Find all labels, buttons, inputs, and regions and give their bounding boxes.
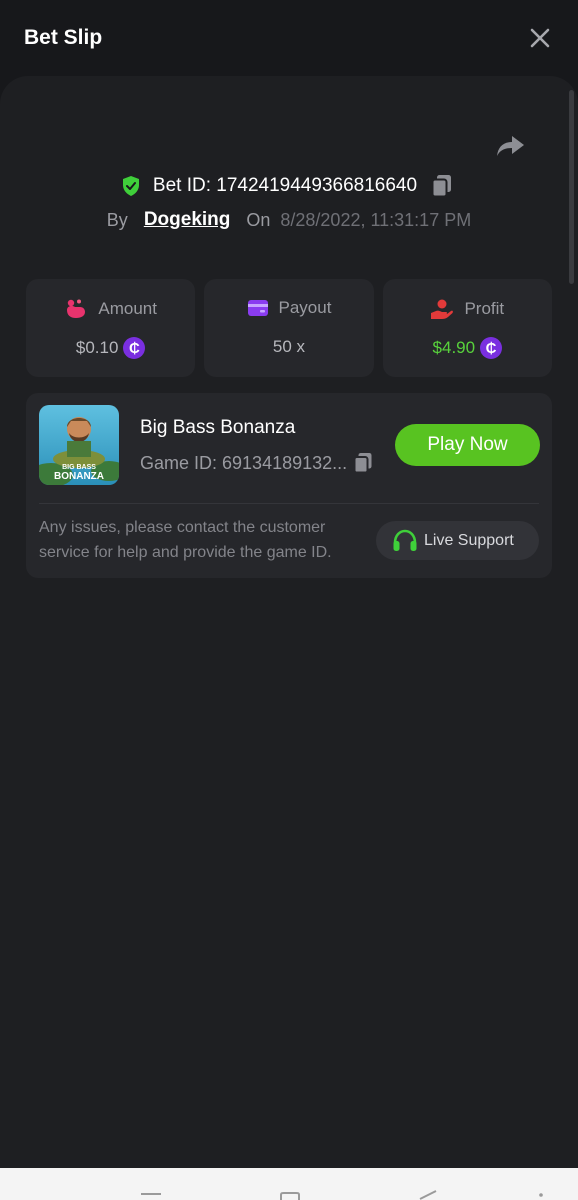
amount-icon <box>67 299 86 318</box>
profit-label: Profit <box>464 299 505 318</box>
play-now-button[interactable]: Play Now <box>395 424 540 466</box>
game-thumbnail[interactable]: BIG BASS BONANZA <box>39 405 119 485</box>
bet-id-row: Bet ID: 1742419449366816640 <box>0 172 578 200</box>
payout-card: Payout 50 x <box>204 279 374 377</box>
game-id: Game ID: 69134189132... <box>140 452 348 473</box>
bet-slip-screen: Bet Slip Bet ID: 1742419449366816640 By … <box>0 0 578 1200</box>
live-support-button[interactable]: Live Support <box>376 521 539 560</box>
amount-label: Amount <box>98 299 157 318</box>
header: Bet Slip <box>0 0 578 76</box>
system-nav-bar <box>0 1168 578 1200</box>
divider <box>39 503 539 504</box>
game-name: Big Bass Bonanza <box>140 417 296 438</box>
payout-card-icon <box>247 300 268 316</box>
headset-icon <box>393 529 417 551</box>
coin-icon: ₵ <box>123 337 146 359</box>
live-support-label: Live Support <box>424 531 514 549</box>
support-notice: Any issues, please contact the customer … <box>39 519 332 561</box>
thumb-title-1: BIG BASS <box>62 464 96 471</box>
on-label: On <box>246 209 271 230</box>
by-label: By <box>106 209 128 230</box>
profit-hand-icon <box>431 299 454 319</box>
copy-icon[interactable] <box>431 174 453 198</box>
more-dots-icon[interactable] <box>538 1192 544 1200</box>
payout-value: 50 x <box>272 337 306 356</box>
back-icon[interactable] <box>418 1190 438 1200</box>
profit-card: Profit $4.90 ₵ <box>382 279 552 377</box>
bet-id: Bet ID: 1742419449366816640 <box>152 175 418 196</box>
copy-icon[interactable] <box>353 452 373 474</box>
username-link[interactable]: Dogeking <box>144 209 231 231</box>
close-icon[interactable] <box>526 24 554 52</box>
shield-check-icon <box>122 176 139 196</box>
thumb-title-2: BONANZA <box>54 471 104 482</box>
amount-value: $0.10 <box>75 338 119 357</box>
recent-apps-icon[interactable] <box>140 1192 162 1200</box>
page-title: Bet Slip <box>24 26 103 49</box>
home-icon[interactable] <box>279 1192 301 1200</box>
payout-label: Payout <box>278 298 332 317</box>
bet-stats: Amount $0.10 ₵ Payout 50 x Profit $4.90 … <box>26 279 552 377</box>
bet-slip-panel <box>0 76 578 1168</box>
amount-card: Amount $0.10 ₵ <box>26 279 196 377</box>
game-card: BIG BASS BONANZA Big Bass Bonanza Game I… <box>26 393 552 578</box>
share-icon[interactable] <box>494 132 526 160</box>
bet-date: 8/28/2022, 11:31:17 PM <box>280 209 472 230</box>
game-id-row: Game ID: 69134189132... <box>140 452 373 474</box>
bet-author-row: By Dogeking On 8/28/2022, 11:31:17 PM <box>0 206 578 234</box>
coin-icon: ₵ <box>480 337 503 359</box>
profit-value: $4.90 <box>432 338 476 357</box>
